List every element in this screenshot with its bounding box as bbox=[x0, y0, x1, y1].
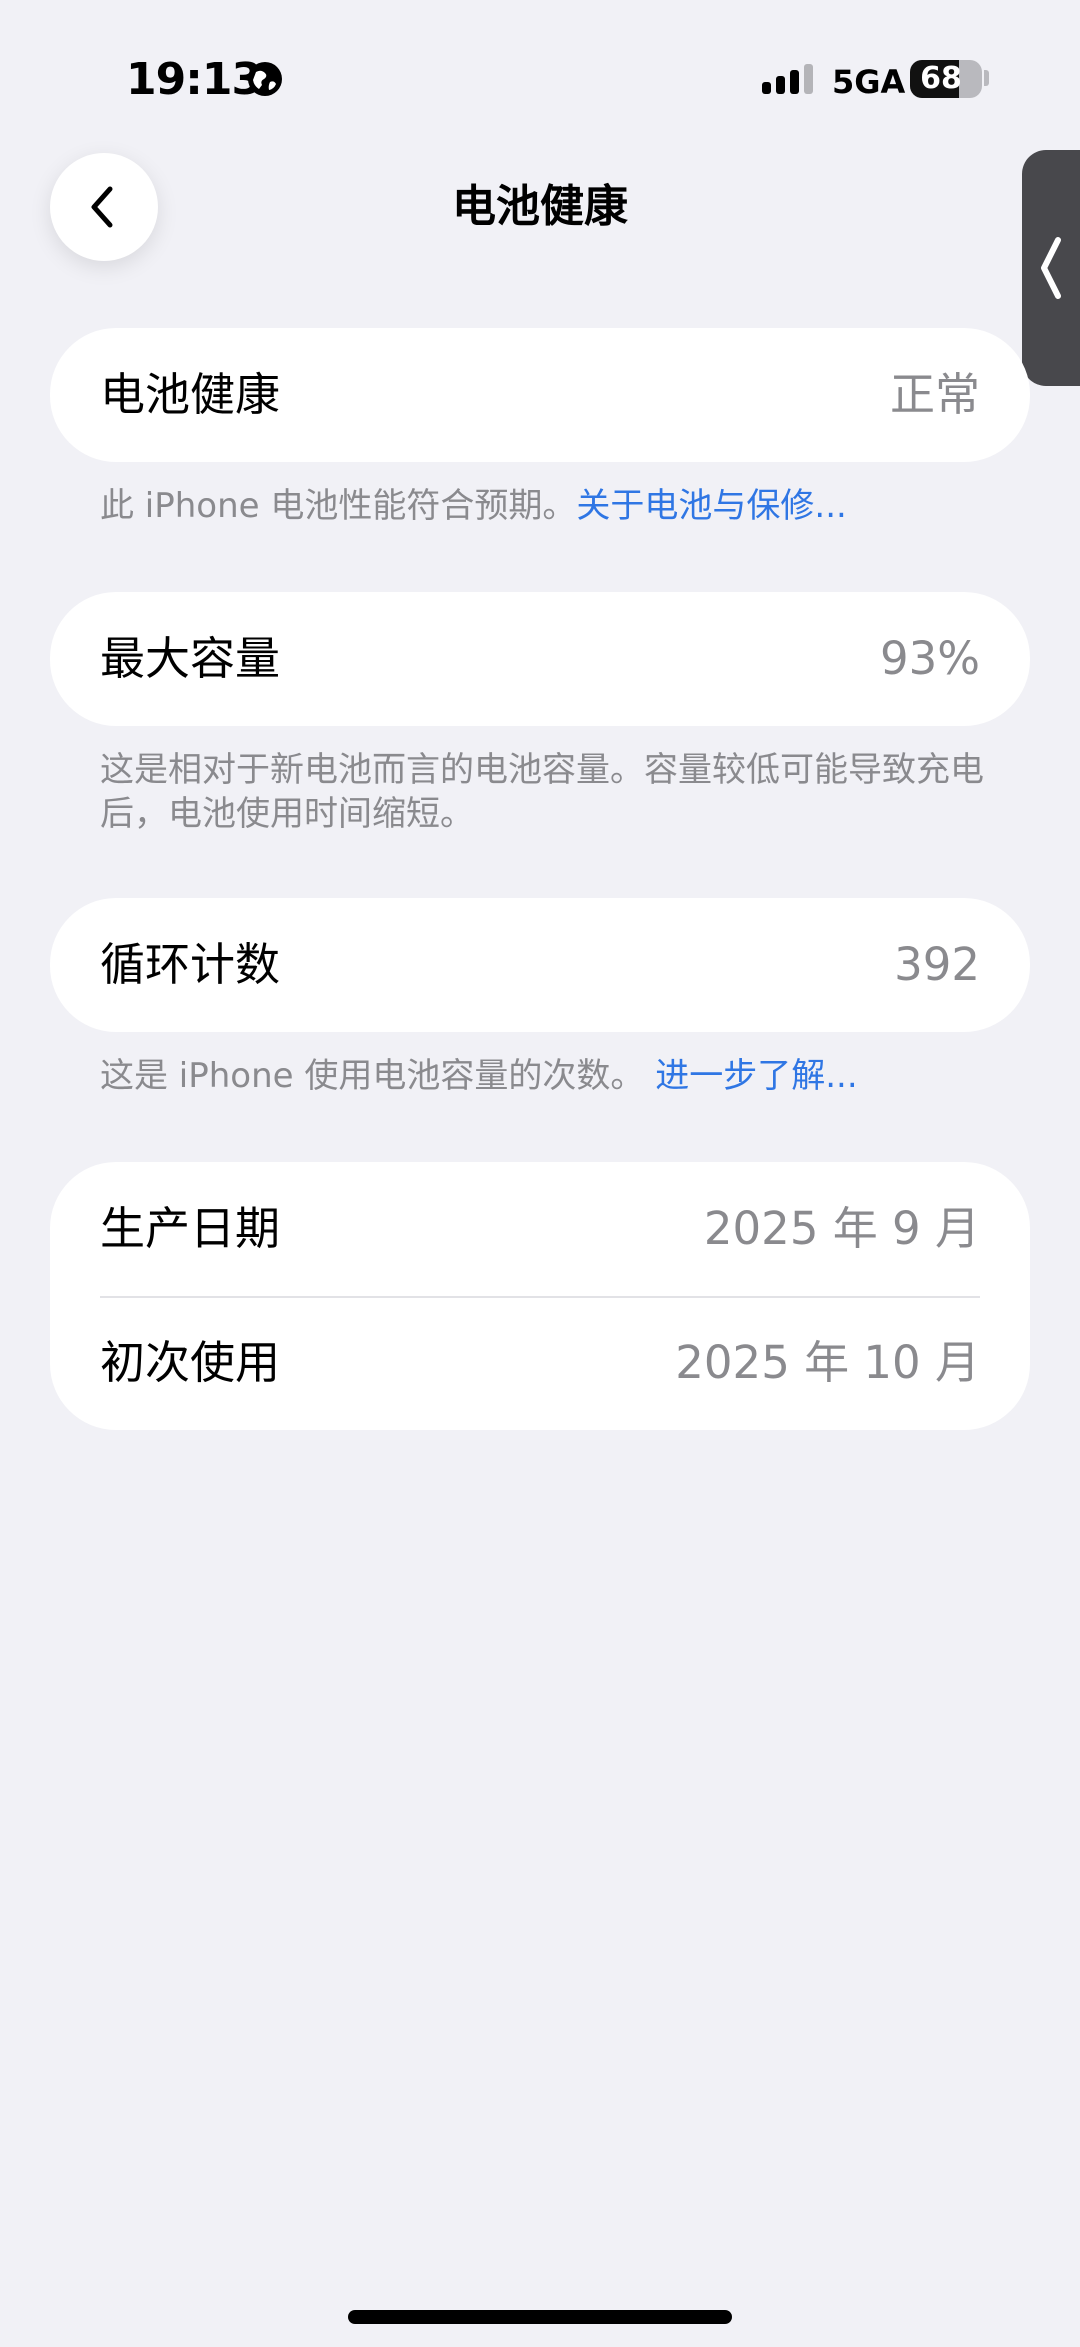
max-capacity-value: 93% bbox=[879, 632, 980, 685]
battery-warranty-link[interactable]: 关于电池与保修... bbox=[576, 486, 846, 526]
battery-indicator: 68 bbox=[910, 60, 982, 98]
cycle-count-card: 循环计数 392 bbox=[50, 898, 1030, 1032]
battery-dates-card: 生产日期 2025 年 9 月 初次使用 2025 年 10 月 bbox=[50, 1162, 1030, 1430]
side-panel-handle[interactable] bbox=[1022, 150, 1080, 386]
battery-health-footnote: 此 iPhone 电池性能符合预期。关于电池与保修... bbox=[100, 484, 1000, 528]
learn-more-link[interactable]: 进一步了解... bbox=[655, 1056, 857, 1096]
cycle-count-value: 392 bbox=[894, 938, 980, 991]
chevron-left-icon bbox=[91, 186, 113, 228]
max-capacity-footnote: 这是相对于新电池而言的电池容量。容量较低可能导致充电后，电池使用时间缩短。 bbox=[100, 750, 984, 834]
cellular-signal-icon bbox=[762, 64, 813, 94]
globe-icon bbox=[248, 62, 282, 96]
battery-health-label: 电池健康 bbox=[100, 368, 281, 421]
battery-health-card: 电池健康 正常 bbox=[50, 328, 1030, 462]
battery-health-footnote-text: 此 iPhone 电池性能符合预期。 bbox=[100, 486, 577, 526]
first-use-value: 2025 年 10 月 bbox=[675, 1336, 980, 1389]
battery-cap bbox=[984, 70, 989, 86]
manufacture-date-value: 2025 年 9 月 bbox=[703, 1202, 980, 1255]
battery-health-row: 电池健康 正常 bbox=[50, 328, 1030, 462]
cycle-count-footnote: 这是 iPhone 使用电池容量的次数。 进一步了解... bbox=[100, 1054, 1000, 1098]
max-capacity-card: 最大容量 93% bbox=[50, 592, 1030, 726]
cycle-count-footnote-text: 这是 iPhone 使用电池容量的次数。 bbox=[100, 1056, 645, 1096]
manufacture-date-label: 生产日期 bbox=[100, 1202, 281, 1255]
chevron-left-icon bbox=[1041, 237, 1061, 299]
cycle-count-label: 循环计数 bbox=[100, 938, 281, 991]
battery-level: 68 bbox=[920, 61, 962, 96]
network-type: 5GA bbox=[832, 63, 906, 101]
home-indicator[interactable] bbox=[348, 2310, 732, 2324]
battery-health-value: 正常 bbox=[889, 368, 980, 421]
first-use-label: 初次使用 bbox=[100, 1336, 281, 1389]
status-time: 19:13 bbox=[126, 54, 262, 105]
page-title: 电池健康 bbox=[452, 181, 628, 232]
cycle-count-row: 循环计数 392 bbox=[50, 898, 1030, 1032]
max-capacity-label: 最大容量 bbox=[100, 632, 281, 685]
status-bar: 19:13 5GA 68 bbox=[0, 0, 1080, 160]
max-capacity-row: 最大容量 93% bbox=[50, 592, 1030, 726]
manufacture-date-row: 生产日期 2025 年 9 月 bbox=[50, 1162, 1030, 1296]
back-button[interactable] bbox=[50, 153, 158, 261]
first-use-row: 初次使用 2025 年 10 月 bbox=[50, 1296, 1030, 1430]
